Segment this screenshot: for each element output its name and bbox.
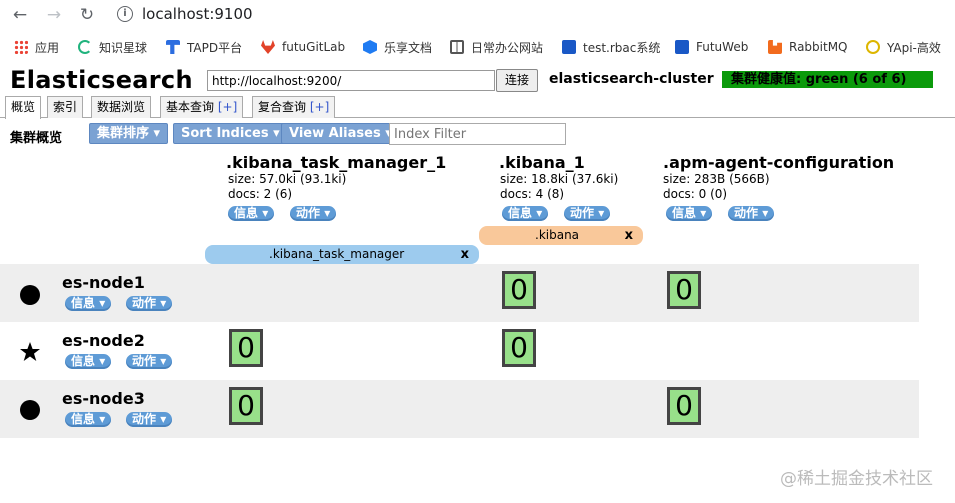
cluster-health-badge: 集群健康值: green (6 of 6)	[722, 71, 933, 88]
tab-compound-query[interactable]: 复合查询 [+]	[252, 96, 336, 118]
chevron-down-icon: ▾	[99, 354, 106, 368]
chevron-down-icon: ▾	[262, 206, 269, 220]
index-name: .kibana_1	[499, 153, 585, 172]
book-icon	[450, 40, 464, 54]
chevron-down-icon: ▾	[700, 206, 707, 220]
url-text[interactable]: localhost:9100	[142, 5, 253, 23]
chevron-down-icon: ▾	[536, 206, 543, 220]
index-action-button[interactable]: 动作 ▾	[290, 206, 337, 221]
bookmark-tapd[interactable]: TAPD平台	[166, 38, 242, 56]
browser-address-bar: ← → ↻ i localhost:9100	[0, 0, 955, 30]
yapi-icon	[866, 40, 880, 54]
index-info-button[interactable]: 信息 ▾	[666, 206, 713, 221]
node-name: es-node1	[62, 273, 145, 292]
tab-overview[interactable]: 概览	[5, 96, 42, 119]
chevron-down-icon: ▾	[598, 206, 605, 220]
tapd-icon	[166, 40, 180, 54]
watermark: @稀土掘金技术社区	[780, 469, 933, 489]
zsxq-icon	[78, 40, 92, 54]
shard-box[interactable]: 0	[502, 329, 536, 367]
node-action-button[interactable]: 动作 ▾	[126, 412, 173, 427]
chevron-down-icon: ▾	[153, 126, 161, 141]
shard-box[interactable]: 0	[229, 387, 263, 425]
shard-box[interactable]: 0	[667, 271, 701, 309]
circle-icon	[20, 285, 40, 305]
node-info-button[interactable]: 信息 ▾	[65, 296, 112, 311]
index-docs: docs: 0 (0)	[663, 187, 728, 201]
bookmarks-bar: 应用 知识星球 TAPD平台 futuGitLab 乐享文档 日常办公网站 te…	[0, 34, 955, 60]
futuweb-icon	[675, 40, 689, 54]
index-docs: docs: 2 (6)	[228, 187, 293, 201]
shard-box[interactable]: 0	[502, 271, 536, 309]
node-action-button[interactable]: 动作 ▾	[126, 296, 173, 311]
bookmark-rbac[interactable]: test.rbac系统	[562, 38, 660, 56]
bookmark-yapi[interactable]: YApi-高效	[866, 38, 941, 56]
close-icon[interactable]: x	[461, 245, 469, 264]
forward-arrow-icon[interactable]: →	[43, 4, 65, 26]
star-icon	[20, 342, 40, 361]
overview-toolbar: 集群概览 集群排序 ▾ Sort Indices ▾ View Aliases …	[0, 119, 955, 151]
shard-box[interactable]: 0	[229, 329, 263, 367]
chevron-down-icon: ▾	[273, 126, 280, 141]
index-action-button[interactable]: 动作 ▾	[728, 206, 775, 221]
chevron-down-icon: ▾	[160, 412, 167, 426]
app-title: Elasticsearch	[10, 66, 193, 94]
node-action-button[interactable]: 动作 ▾	[126, 354, 173, 369]
index-docs: docs: 4 (8)	[500, 187, 565, 201]
view-aliases-button[interactable]: View Aliases ▾	[281, 123, 400, 144]
bookmark-apps[interactable]: 应用	[14, 38, 59, 56]
node-name: es-node2	[62, 331, 145, 350]
gitlab-icon	[261, 40, 275, 54]
connect-url-input[interactable]	[207, 70, 495, 91]
node-info-button[interactable]: 信息 ▾	[65, 354, 112, 369]
bookmark-futuweb[interactable]: FutuWeb	[675, 38, 748, 56]
bookmark-office[interactable]: 日常办公网站	[450, 38, 543, 56]
overview-label: 集群概览	[10, 131, 63, 146]
chevron-down-icon: ▾	[99, 412, 106, 426]
sort-cluster-button[interactable]: 集群排序 ▾	[89, 123, 169, 144]
site-info-icon[interactable]: i	[117, 6, 133, 22]
chevron-down-icon: ▾	[324, 206, 331, 220]
tab-indices[interactable]: 索引	[47, 96, 84, 118]
chevron-down-icon: ▾	[762, 206, 769, 220]
index-name: .kibana_task_manager_1	[226, 153, 447, 172]
chevron-down-icon: ▾	[99, 296, 106, 310]
lexiang-icon	[363, 40, 377, 54]
tab-basic-query[interactable]: 基本查询 [+]	[160, 96, 244, 118]
index-info-button[interactable]: 信息 ▾	[502, 206, 549, 221]
index-filter-input[interactable]	[389, 123, 566, 145]
node-row: es-node1 信息 ▾ 动作 ▾ 0 0	[0, 264, 919, 322]
node-name: es-node3	[62, 389, 145, 408]
chevron-down-icon: ▾	[160, 354, 167, 368]
alias-kibana-task-manager[interactable]: .kibana_task_manager x	[205, 245, 479, 264]
node-row: es-node2 信息 ▾ 动作 ▾ 0 0	[0, 322, 919, 380]
cluster-name: elasticsearch-cluster	[549, 71, 714, 87]
index-name: .apm-agent-configuration	[663, 153, 895, 172]
node-info-button[interactable]: 信息 ▾	[65, 412, 112, 427]
circle-icon	[20, 400, 40, 420]
index-size: size: 57.0ki (93.1ki)	[228, 172, 347, 186]
bookmark-lexiang[interactable]: 乐享文档	[363, 38, 432, 56]
index-size: size: 18.8ki (37.6ki)	[500, 172, 619, 186]
rabbitmq-icon	[768, 40, 782, 54]
index-action-button[interactable]: 动作 ▾	[564, 206, 611, 221]
sort-indices-button[interactable]: Sort Indices ▾	[173, 123, 288, 144]
tab-browser[interactable]: 数据浏览	[91, 96, 152, 118]
main-tabs: 概览 索引 数据浏览 基本查询 [+] 复合查询 [+]	[0, 96, 955, 119]
apps-grid-icon	[14, 40, 28, 54]
bookmark-zsxq[interactable]: 知识星球	[78, 38, 147, 56]
shard-box[interactable]: 0	[667, 387, 701, 425]
close-icon[interactable]: x	[625, 226, 633, 245]
rbac-icon	[562, 40, 576, 54]
index-size: size: 283B (566B)	[663, 172, 770, 186]
bookmark-gitlab[interactable]: futuGitLab	[261, 38, 345, 56]
alias-kibana[interactable]: .kibana x	[479, 226, 643, 245]
back-arrow-icon[interactable]: ←	[9, 4, 31, 26]
reload-icon[interactable]: ↻	[76, 4, 98, 26]
index-info-button[interactable]: 信息 ▾	[228, 206, 275, 221]
bookmark-rabbitmq[interactable]: RabbitMQ	[768, 38, 848, 56]
node-row: es-node3 信息 ▾ 动作 ▾ 0 0	[0, 380, 919, 438]
chevron-down-icon: ▾	[160, 296, 167, 310]
connect-button[interactable]: 连接	[496, 69, 538, 92]
